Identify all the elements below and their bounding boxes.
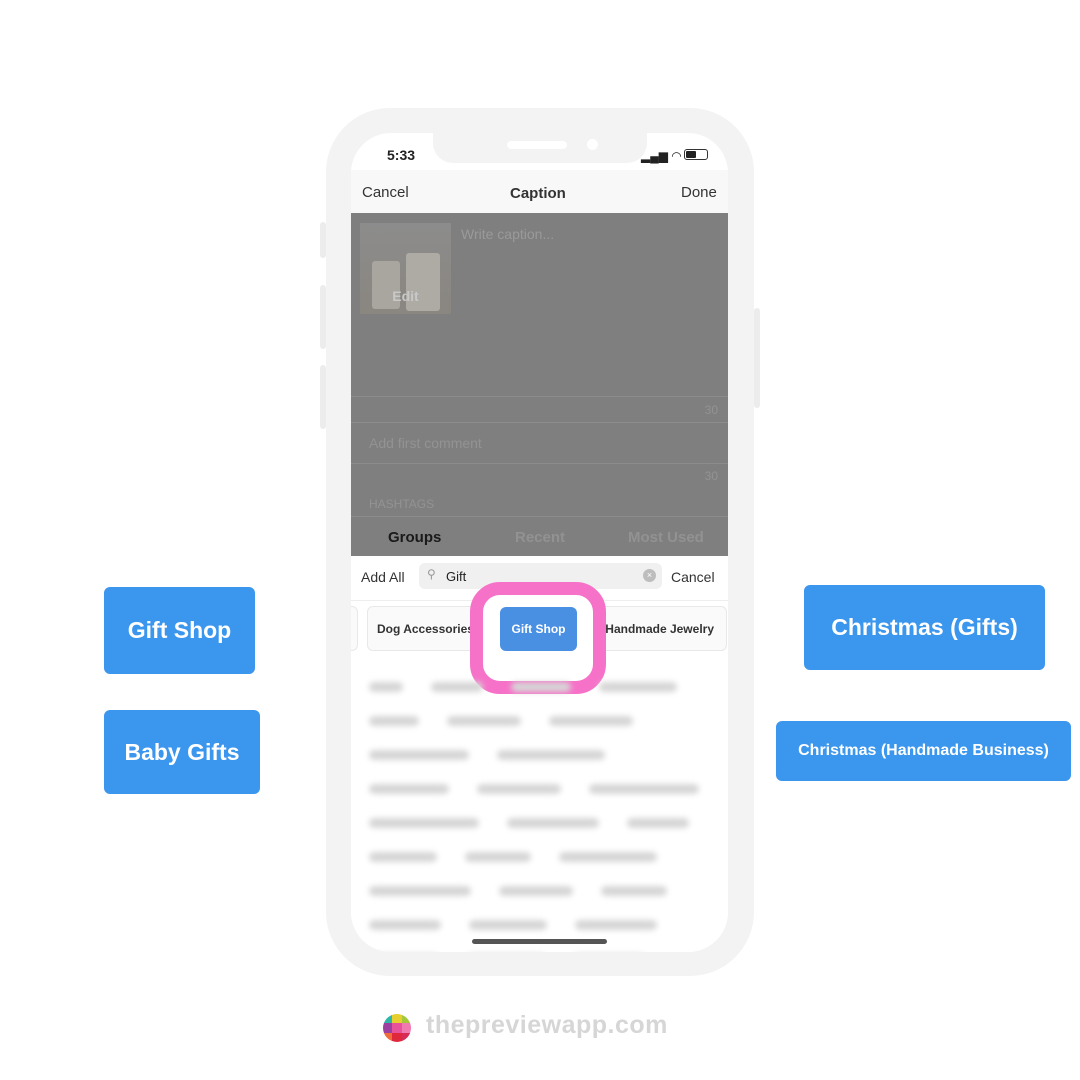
status-time: 5:33 xyxy=(387,147,416,163)
group-chip-handmade-jewelry[interactable]: Handmade Jewelry xyxy=(587,606,727,651)
group-button-christmas-handmade-business[interactable]: Christmas (Handmade Business) xyxy=(776,721,1071,781)
tab-recent[interactable]: Recent xyxy=(515,529,565,546)
hashtags-label: HASHTAGS xyxy=(369,497,435,511)
group-button-christmas-gifts[interactable]: Christmas (Gifts) xyxy=(804,585,1045,670)
nav-bar: Cancel Caption Done xyxy=(351,170,728,213)
hashtag-groups-sheet: Add All ⚲ Gift × Cancel Dog Accessories … xyxy=(351,556,728,952)
phone-side-button xyxy=(754,308,760,408)
home-indicator xyxy=(472,939,607,944)
edit-label: Edit xyxy=(392,288,419,304)
add-all-button[interactable]: Add All xyxy=(361,569,405,585)
brand-logo-icon xyxy=(383,1014,411,1042)
search-icon: ⚲ xyxy=(427,567,436,581)
battery-icon xyxy=(684,149,708,160)
search-cancel-button[interactable]: Cancel xyxy=(671,569,715,585)
tab-groups[interactable]: Groups xyxy=(388,529,441,546)
phone-side-button xyxy=(320,222,326,258)
blurred-hashtags xyxy=(369,682,719,952)
phone-screen: 5:33 ▂▄▆ ◠ Cancel Caption Done Edit Writ… xyxy=(351,133,728,952)
first-comment-input[interactable]: Add first comment xyxy=(369,435,482,451)
phone-side-button xyxy=(320,285,326,349)
signal-wifi-icon: ▂▄▆ ◠ xyxy=(641,149,682,163)
caption-count: 30 xyxy=(704,403,718,417)
page-title: Caption xyxy=(510,185,566,202)
post-thumbnail[interactable]: Edit xyxy=(360,223,451,314)
brand-url: thepreviewapp.com xyxy=(426,1011,668,1039)
tab-most-used[interactable]: Most Used xyxy=(628,529,704,546)
caption-input[interactable]: Write caption... xyxy=(461,226,554,242)
notch xyxy=(433,133,647,163)
group-chip-gift-shop[interactable]: Gift Shop xyxy=(500,607,577,651)
cancel-button[interactable]: Cancel xyxy=(362,184,409,201)
group-button-gift-shop[interactable]: Gift Shop xyxy=(104,587,255,674)
clear-icon[interactable]: × xyxy=(643,569,656,582)
search-value: Gift xyxy=(446,569,467,584)
comment-count: 30 xyxy=(704,469,718,483)
group-button-baby-gifts[interactable]: Baby Gifts xyxy=(104,710,260,794)
done-button[interactable]: Done xyxy=(681,184,717,201)
dimmed-caption-area: Edit Write caption... 30 Add first comme… xyxy=(351,213,728,556)
group-chip-dog-accessories[interactable]: Dog Accessories xyxy=(367,606,477,651)
phone-side-button xyxy=(320,365,326,429)
